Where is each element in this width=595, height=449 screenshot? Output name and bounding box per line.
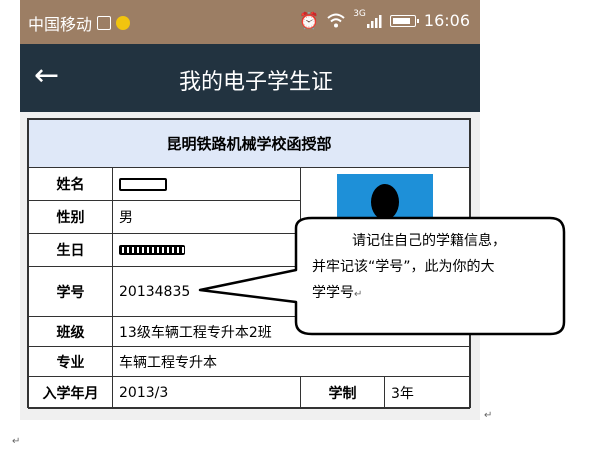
callout-line: 学学号 [312,285,354,301]
callout-line: 并牢记该“学号”，此为你的大 [312,259,495,275]
callout-line: 请记住自己的学籍信息， [352,233,506,249]
paragraph-mark-icon: ↵ [12,436,21,447]
paragraph-mark-icon: ↵ [484,410,493,421]
callout-text: 请记住自己的学籍信息， 并牢记该“学号”，此为你的大 学学号↵ [312,228,544,308]
callout-bubble [198,216,566,336]
